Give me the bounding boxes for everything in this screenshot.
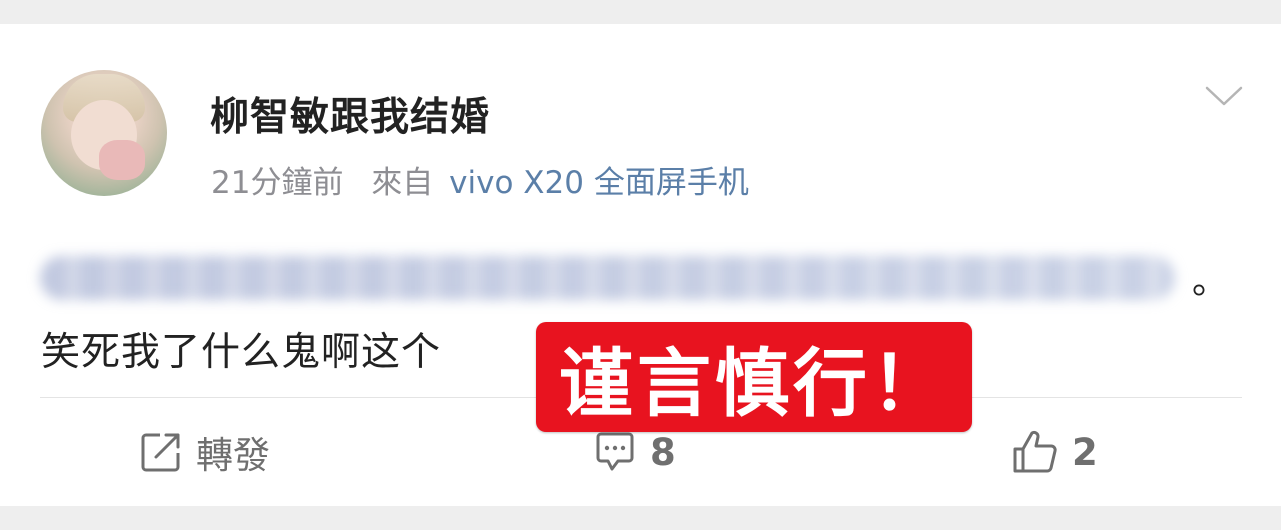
warning-stamp-text: 谨言慎行！ [559,340,949,427]
weibo-post-card: 柳智敏跟我结婚 21分鐘前 來自 vivo X20 全面屏手机 。 笑死我了什么… [0,24,1281,506]
comment-count: 8 [650,430,676,474]
post-time: 21分鐘前 [211,165,344,201]
post-content: 笑死我了什么鬼啊这个 [41,330,442,375]
post-meta: 21分鐘前 來自 vivo X20 全面屏手机 [211,157,749,202]
comment-button[interactable]: 8 [594,424,676,480]
text-end-punctuation: 。 [1192,261,1229,302]
device-link[interactable]: vivo X20 全面屏手机 [449,165,749,201]
repost-button[interactable]: 轉發 [140,424,270,480]
thumbs-up-icon [1013,430,1057,473]
author-name[interactable]: 柳智敏跟我结婚 [210,86,490,142]
like-button[interactable]: 2 [1012,424,1098,480]
comment-icon [596,432,634,471]
avatar[interactable] [41,70,167,196]
chevron-down-icon[interactable] [1204,84,1244,108]
repost-icon [141,433,180,472]
avatar-hand [99,140,145,180]
warning-stamp: 谨言慎行！ [536,322,972,432]
blurred-text [40,256,1175,300]
like-count: 2 [1072,430,1098,474]
source-prefix: 來自 [371,165,434,201]
repost-label: 轉發 [196,434,270,477]
